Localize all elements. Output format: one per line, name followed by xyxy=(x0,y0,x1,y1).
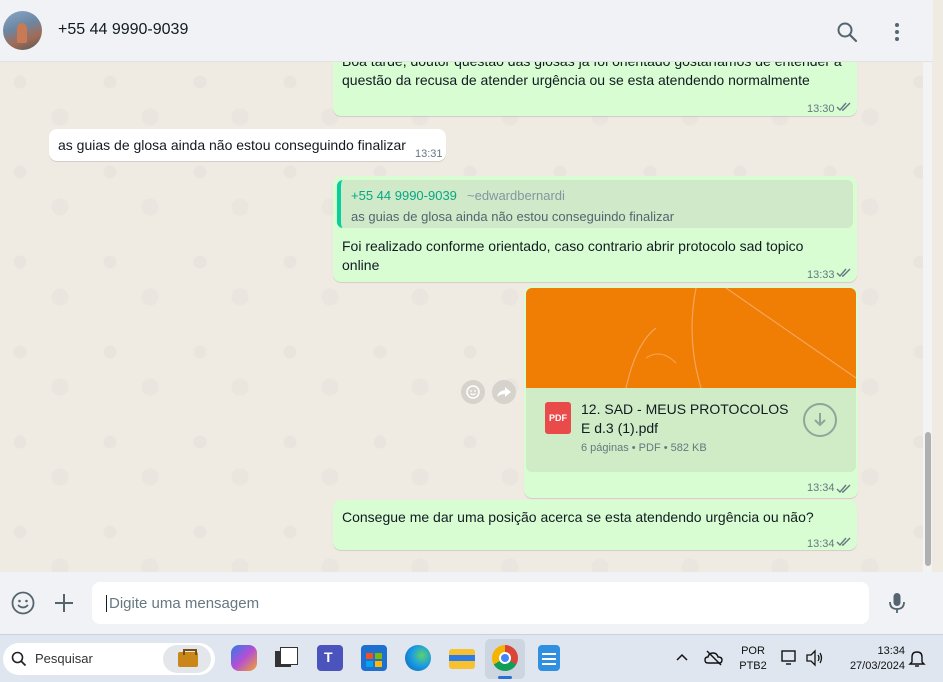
briefcase-icon[interactable] xyxy=(163,645,211,673)
message-text: as guias de glosa ainda não estou conseg… xyxy=(58,137,406,153)
clock-time: 13:34 xyxy=(877,645,905,657)
message-outgoing[interactable]: Boa tarde, doutor questão das glosas já … xyxy=(333,62,857,116)
language-top: POR xyxy=(741,645,765,657)
pdf-icon: PDF xyxy=(545,402,571,434)
read-ticks-icon xyxy=(836,268,851,278)
message-outgoing[interactable]: Consegue me dar uma posição acerca se es… xyxy=(333,500,857,550)
read-ticks-icon xyxy=(836,484,851,494)
message-text: Boa tarde, doutor questão das glosas já … xyxy=(342,62,842,88)
copilot-icon[interactable] xyxy=(231,645,257,671)
notification-bell-icon[interactable] xyxy=(908,649,926,667)
document-name: 12. SAD - MEUS PROTOCOLOS E d.3 (1).pdf xyxy=(581,401,789,436)
chat-area[interactable]: Boa tarde, doutor questão das glosas já … xyxy=(0,62,933,572)
quoted-message[interactable]: +55 44 9990-9039 ~edwardbernardi as guia… xyxy=(337,180,853,228)
message-input-placeholder: Digite uma mensagem xyxy=(106,595,259,612)
quote-alias: ~edwardbernardi xyxy=(467,188,565,203)
message-text: Consegue me dar uma posição acerca se es… xyxy=(342,509,814,525)
active-app-indicator xyxy=(498,676,512,679)
quote-text: as guias de glosa ainda não estou conseg… xyxy=(351,209,675,224)
chat-scrollbar-thumb[interactable] xyxy=(925,432,931,566)
taskbar-search-placeholder: Pesquisar xyxy=(35,651,93,666)
attach-plus-icon[interactable] xyxy=(51,590,77,616)
message-time: 13:31 xyxy=(415,148,443,160)
document-preview[interactable] xyxy=(526,288,856,388)
task-view-icon[interactable] xyxy=(273,645,299,671)
document-preview-graphic xyxy=(625,288,856,388)
document-meta: 6 páginas • PDF • 582 KB xyxy=(581,442,707,454)
react-emoji-button[interactable] xyxy=(461,380,485,404)
download-icon xyxy=(814,413,826,427)
read-ticks-icon xyxy=(836,102,851,112)
message-time: 13:33 xyxy=(807,269,835,281)
file-explorer-icon[interactable] xyxy=(449,645,475,671)
forward-icon xyxy=(497,387,511,397)
forward-button[interactable] xyxy=(492,380,516,404)
input-language[interactable]: POR PTB2 xyxy=(738,644,768,674)
message-composer: Digite uma mensagem xyxy=(0,572,943,634)
emoji-icon[interactable] xyxy=(10,590,36,616)
network-icon[interactable] xyxy=(780,649,800,667)
read-ticks-icon xyxy=(836,537,851,547)
download-button[interactable] xyxy=(803,403,837,437)
emoji-icon xyxy=(466,385,480,399)
language-bottom: PTB2 xyxy=(739,660,767,672)
store-icon[interactable] xyxy=(361,645,387,671)
volume-icon[interactable] xyxy=(805,649,825,667)
chat-header: +55 44 9990-9039 xyxy=(0,0,933,62)
more-options-icon[interactable] xyxy=(885,20,909,44)
taskbar-search[interactable]: Pesquisar xyxy=(3,643,215,675)
message-input[interactable]: Digite uma mensagem xyxy=(92,582,869,624)
contact-name[interactable]: +55 44 9990-9039 xyxy=(58,21,188,39)
message-incoming[interactable]: as guias de glosa ainda não estou conseg… xyxy=(49,129,446,161)
edge-icon[interactable] xyxy=(405,645,431,671)
onedrive-offline-icon[interactable] xyxy=(704,649,724,667)
quote-author: +55 44 9990-9039 xyxy=(351,188,457,203)
message-time: 13:30 xyxy=(807,103,835,115)
document-info[interactable]: PDF 12. SAD - MEUS PROTOCOLOS E d.3 (1).… xyxy=(526,388,856,472)
teams-icon[interactable]: T xyxy=(317,645,343,671)
search-icon xyxy=(11,651,27,667)
contact-avatar[interactable] xyxy=(3,11,42,50)
clock-date: 27/03/2024 xyxy=(849,660,905,672)
message-text: Foi realizado conforme orientado, caso c… xyxy=(342,238,804,273)
message-time: 13:34 xyxy=(807,538,835,550)
microphone-icon[interactable] xyxy=(884,590,910,616)
notepad-icon[interactable] xyxy=(538,645,560,671)
search-icon[interactable] xyxy=(835,20,859,44)
message-time: 13:34 xyxy=(807,482,835,494)
windows-taskbar: Pesquisar T POR PTB2 13:34 27/03/2024 xyxy=(0,634,943,682)
chrome-icon[interactable] xyxy=(492,645,518,671)
clock[interactable]: 13:34 27/03/2024 xyxy=(833,644,905,674)
message-outgoing-reply[interactable]: +55 44 9990-9039 ~edwardbernardi as guia… xyxy=(333,176,857,282)
chevron-up-icon[interactable] xyxy=(675,651,689,665)
